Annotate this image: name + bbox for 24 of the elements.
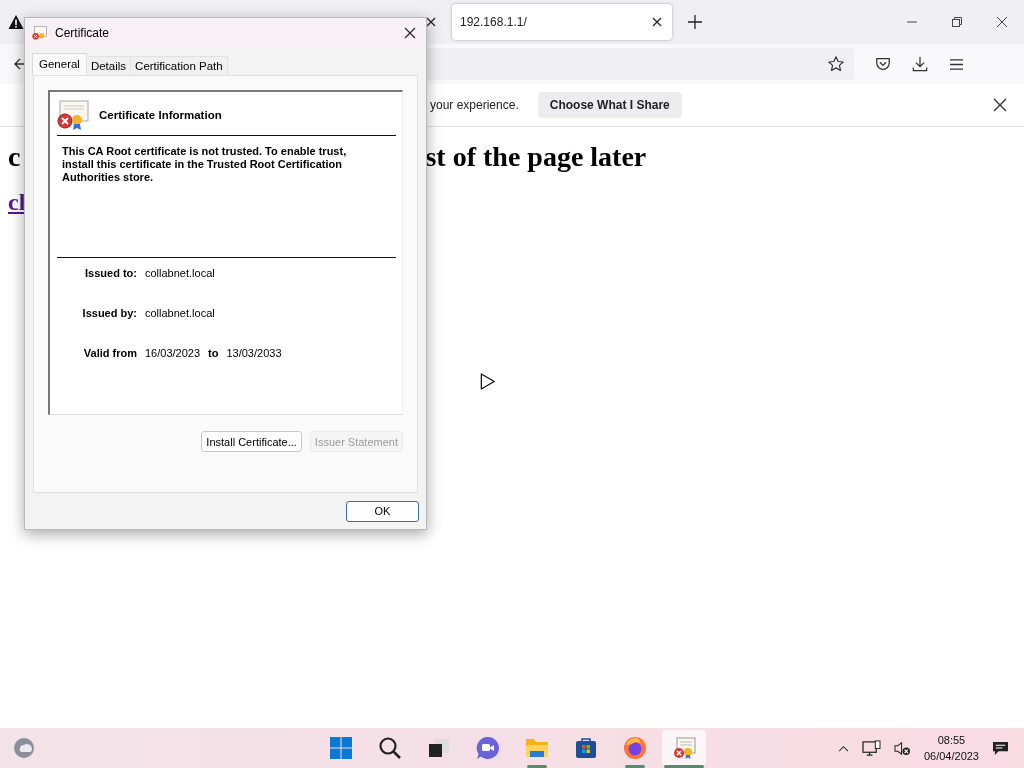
info-heading: Certificate Information — [99, 109, 222, 121]
clock-date[interactable]: 06/04/2023 — [923, 748, 979, 764]
dialog-tab[interactable]: Certification Path — [130, 56, 228, 75]
field-label: Valid from — [82, 347, 137, 359]
choose-share-button[interactable]: Choose What I Share — [537, 92, 682, 118]
ok-button[interactable]: OK — [346, 500, 419, 522]
dialog-tab[interactable]: Details — [85, 56, 132, 75]
field-value: collabnet.local — [145, 267, 215, 279]
dialog-button[interactable]: Install Certificate... — [201, 431, 302, 452]
dialog-tab[interactable]: General — [32, 53, 87, 75]
page-heading: st of the page later — [425, 141, 647, 173]
field-label: Issued by: — [81, 307, 137, 319]
field-value: 13/03/2033 — [226, 347, 282, 359]
page-link[interactable]: cl — [8, 189, 26, 216]
field-label: to — [208, 347, 219, 359]
clock-time[interactable]: 08:55 — [937, 732, 966, 748]
field-value: collabnet.local — [145, 307, 215, 319]
field-value: 16/03/2023 — [145, 347, 201, 359]
field-label: Issued to: — [84, 267, 137, 279]
page-heading: c — [8, 141, 21, 173]
trust-warning: This CA Root certificate is not trusted. To enable trust, install this certificate in the Trusted Root Certification Authorities store. — [57, 145, 396, 258]
dialog-title: Certificate — [55, 25, 110, 40]
notification-message: your experience. — [430, 98, 519, 112]
browser-tab[interactable]: 192.168.1.1/ — [452, 4, 672, 40]
